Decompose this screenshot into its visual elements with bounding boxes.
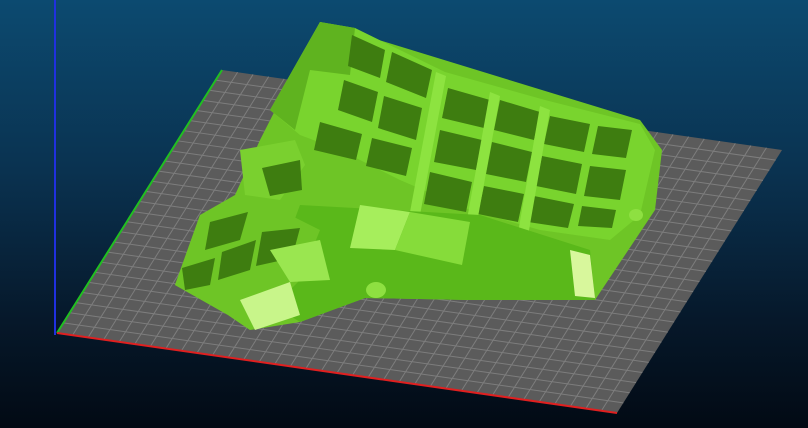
mounting-boss [629,209,643,221]
3d-viewport[interactable] [0,0,808,428]
scene-canvas[interactable] [0,0,808,428]
mounting-boss [366,282,386,298]
keyboard-case-3d-model[interactable] [175,22,662,330]
